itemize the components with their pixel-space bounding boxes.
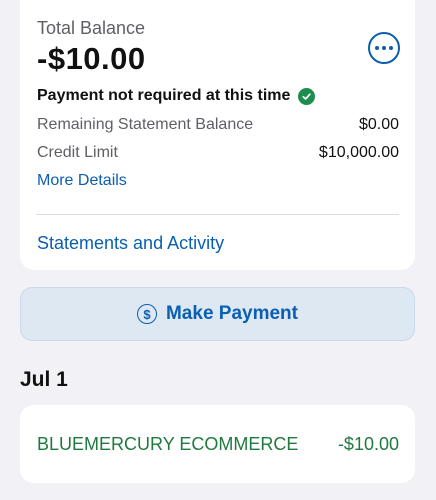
more-details-link[interactable]: More Details <box>37 172 127 190</box>
transaction-row[interactable]: BLUEMERCURY ECOMMERCE -$10.00 <box>20 405 415 483</box>
check-circle-icon <box>298 87 316 105</box>
total-balance-label: Total Balance <box>37 18 146 38</box>
credit-limit-row: Credit Limit $10,000.00 <box>37 144 399 162</box>
divider <box>36 214 399 215</box>
payment-status: Payment not required at this time <box>37 87 316 105</box>
ellipsis-icon <box>375 46 393 50</box>
more-options-button[interactable] <box>368 32 400 64</box>
remaining-statement-balance-label: Remaining Statement Balance <box>37 116 254 133</box>
credit-limit-label: Credit Limit <box>37 144 118 161</box>
make-payment-label: Make Payment <box>165 303 298 324</box>
total-balance-amount: -$10.00 <box>37 41 146 76</box>
transaction-amount: -$10.00 <box>337 434 399 454</box>
balance-card: Total Balance -$10.00 Payment not requir… <box>20 0 415 270</box>
remaining-statement-balance-row: Remaining Statement Balance $0.00 <box>37 116 399 134</box>
make-payment-button[interactable]: $ Make Payment <box>20 287 415 341</box>
payment-status-text: Payment not required at this time <box>37 87 291 104</box>
statements-and-activity-link[interactable]: Statements and Activity <box>37 233 224 254</box>
remaining-statement-balance-value: $0.00 <box>358 116 399 133</box>
credit-limit-value: $10,000.00 <box>318 144 399 161</box>
dollar-circle-icon: $ <box>136 304 157 324</box>
transaction-date-heading: Jul 1 <box>20 368 68 391</box>
transaction-merchant: BLUEMERCURY ECOMMERCE <box>37 434 299 454</box>
